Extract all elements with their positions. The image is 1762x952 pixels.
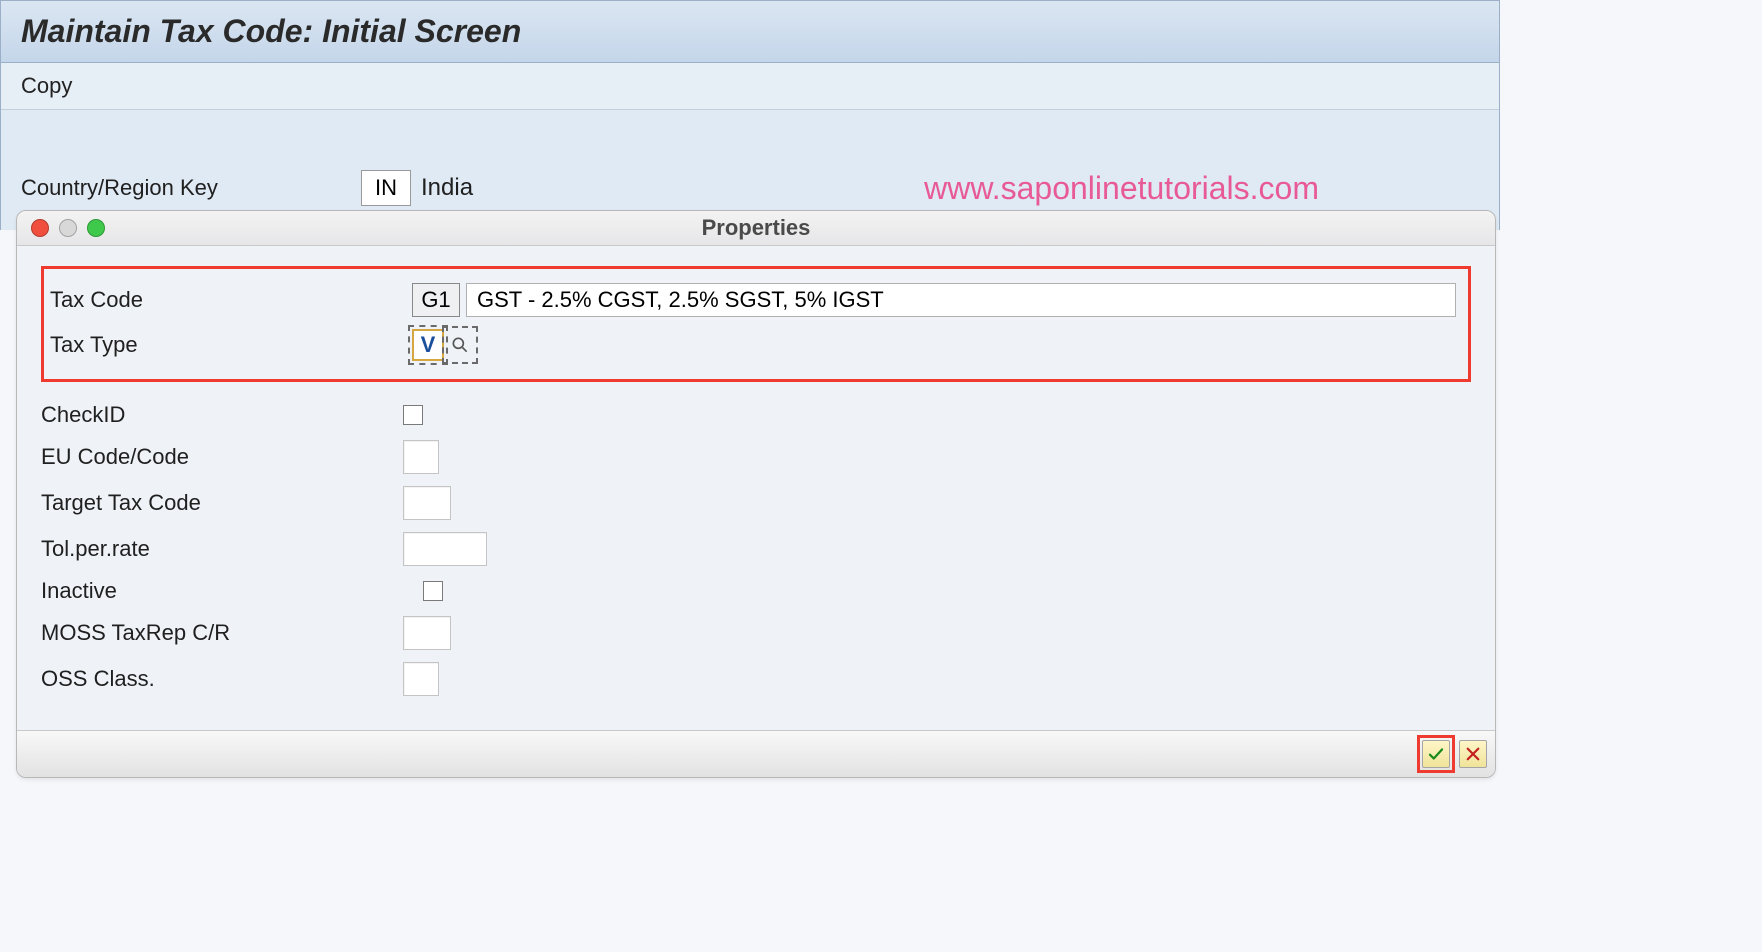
tax-type-input[interactable] (412, 329, 444, 361)
dialog-footer (17, 730, 1495, 777)
tax-type-label: Tax Type (50, 332, 412, 358)
eu-code-label: EU Code/Code (41, 444, 403, 470)
checkid-row: CheckID (41, 396, 1471, 434)
eu-code-row: EU Code/Code (41, 434, 1471, 480)
oss-input[interactable] (403, 662, 439, 696)
oss-label: OSS Class. (41, 666, 403, 692)
title-bar: Maintain Tax Code: Initial Screen (1, 1, 1499, 63)
moss-input[interactable] (403, 616, 451, 650)
tax-code-row: Tax Code (50, 277, 1462, 323)
traffic-lights (31, 219, 105, 237)
search-help-icon[interactable] (446, 330, 474, 360)
menu-bar: Copy (1, 63, 1499, 110)
menu-copy[interactable]: Copy (21, 73, 72, 98)
main-window: Maintain Tax Code: Initial Screen Copy w… (0, 0, 1500, 230)
page-title: Maintain Tax Code: Initial Screen (21, 13, 1479, 50)
dialog-titlebar: Properties (17, 211, 1495, 246)
cancel-button[interactable] (1459, 740, 1487, 768)
dialog-title: Properties (702, 215, 811, 241)
tax-code-input[interactable] (412, 283, 460, 317)
minimize-icon[interactable] (59, 219, 77, 237)
dialog-body: Tax Code Tax Type CheckID EU Code/Cod (17, 246, 1495, 730)
country-label: Country/Region Key (21, 175, 351, 201)
highlighted-fields: Tax Code Tax Type (41, 266, 1471, 382)
tax-code-desc-input[interactable] (466, 283, 1456, 317)
maximize-icon[interactable] (87, 219, 105, 237)
eu-code-input[interactable] (403, 440, 439, 474)
confirm-highlight (1417, 735, 1455, 773)
target-tax-row: Target Tax Code (41, 480, 1471, 526)
checkid-label: CheckID (41, 402, 403, 428)
tol-rate-label: Tol.per.rate (41, 536, 403, 562)
target-tax-label: Target Tax Code (41, 490, 403, 516)
tax-code-label: Tax Code (50, 287, 412, 313)
country-code-input[interactable] (361, 170, 411, 206)
confirm-button[interactable] (1422, 740, 1450, 768)
oss-row: OSS Class. (41, 656, 1471, 702)
inactive-label: Inactive (41, 578, 403, 604)
tol-rate-row: Tol.per.rate (41, 526, 1471, 572)
country-name-text: India (421, 174, 473, 202)
target-tax-input[interactable] (403, 486, 451, 520)
moss-row: MOSS TaxRep C/R (41, 610, 1471, 656)
properties-dialog: Properties Tax Code Tax Type Check (16, 210, 1496, 778)
moss-label: MOSS TaxRep C/R (41, 620, 403, 646)
watermark-text: www.saponlinetutorials.com (924, 170, 1319, 207)
close-icon[interactable] (31, 219, 49, 237)
checkid-checkbox[interactable] (403, 405, 423, 425)
tax-type-row: Tax Type (50, 323, 1462, 367)
inactive-row: Inactive (41, 572, 1471, 610)
tol-rate-input[interactable] (403, 532, 487, 566)
inactive-checkbox[interactable] (423, 581, 443, 601)
